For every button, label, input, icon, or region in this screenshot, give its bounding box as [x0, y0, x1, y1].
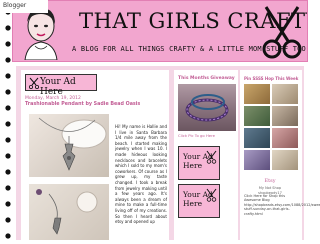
post-image-pendant-detail[interactable]: [29, 184, 109, 240]
blogger-navbar[interactable]: Blogger: [0, 0, 48, 13]
hop-section-title: Pin SSSS Hop This Week: [244, 76, 299, 81]
small-scissors-icon: [206, 188, 217, 202]
giveaway-image[interactable]: [178, 84, 236, 131]
blog-header-banner[interactable]: That Girls Crafty A Blog for all things …: [12, 0, 308, 62]
main-column: Your Ad Here Monday, March 19, 2012 Tras…: [21, 70, 169, 240]
sidebar-middle: This Months Giveaway Click Pic To go Her…: [174, 70, 238, 240]
thumbnail[interactable]: [244, 84, 270, 104]
thumbnail[interactable]: [244, 128, 270, 148]
necklace-detail-icon: [36, 189, 98, 235]
ad-banner[interactable]: Your Ad Here: [25, 74, 97, 97]
beaded-bracelet-icon: [185, 94, 229, 122]
thumbnail[interactable]: [272, 150, 298, 170]
post-title[interactable]: Trashionable Pendant by Sadie Bead Oasis: [25, 102, 140, 107]
blog-title[interactable]: That Girls Crafty: [79, 9, 307, 33]
post-image-necklace[interactable]: [29, 114, 109, 177]
ad-square-1[interactable]: Your Ad Here: [178, 146, 220, 180]
post-body-text: Hi! My name is Hallie and I live in Sant…: [115, 124, 167, 225]
necklace-pendant-icon: [38, 117, 107, 171]
giveaway-link[interactable]: Click Pic To go Here: [178, 133, 215, 138]
thumbnail[interactable]: [272, 84, 298, 104]
small-scissors-icon: [206, 150, 217, 164]
thumbnail[interactable]: [244, 106, 270, 126]
thumbnail[interactable]: [272, 128, 298, 148]
sidebar-right: Pin SSSS Hop This Week Etsy My Not Shop …: [240, 70, 320, 240]
blogger-label[interactable]: Blogger: [3, 2, 26, 9]
giveaway-section-title: This Months Giveaway: [178, 76, 235, 81]
etsy-link-text[interactable]: Click Here for Shop this Awesome Blog ht…: [244, 194, 320, 216]
ad-label[interactable]: Your Ad Here: [40, 77, 96, 97]
small-scissors-icon: [28, 77, 40, 89]
ad-square-2[interactable]: Your Ad Here: [178, 184, 220, 218]
thumbnail[interactable]: [272, 106, 298, 126]
thumbnail[interactable]: [244, 150, 270, 170]
post-date: Monday, March 19, 2012: [25, 96, 81, 101]
etsy-title[interactable]: Etsy: [254, 178, 286, 184]
scissors-icon: [262, 6, 302, 59]
